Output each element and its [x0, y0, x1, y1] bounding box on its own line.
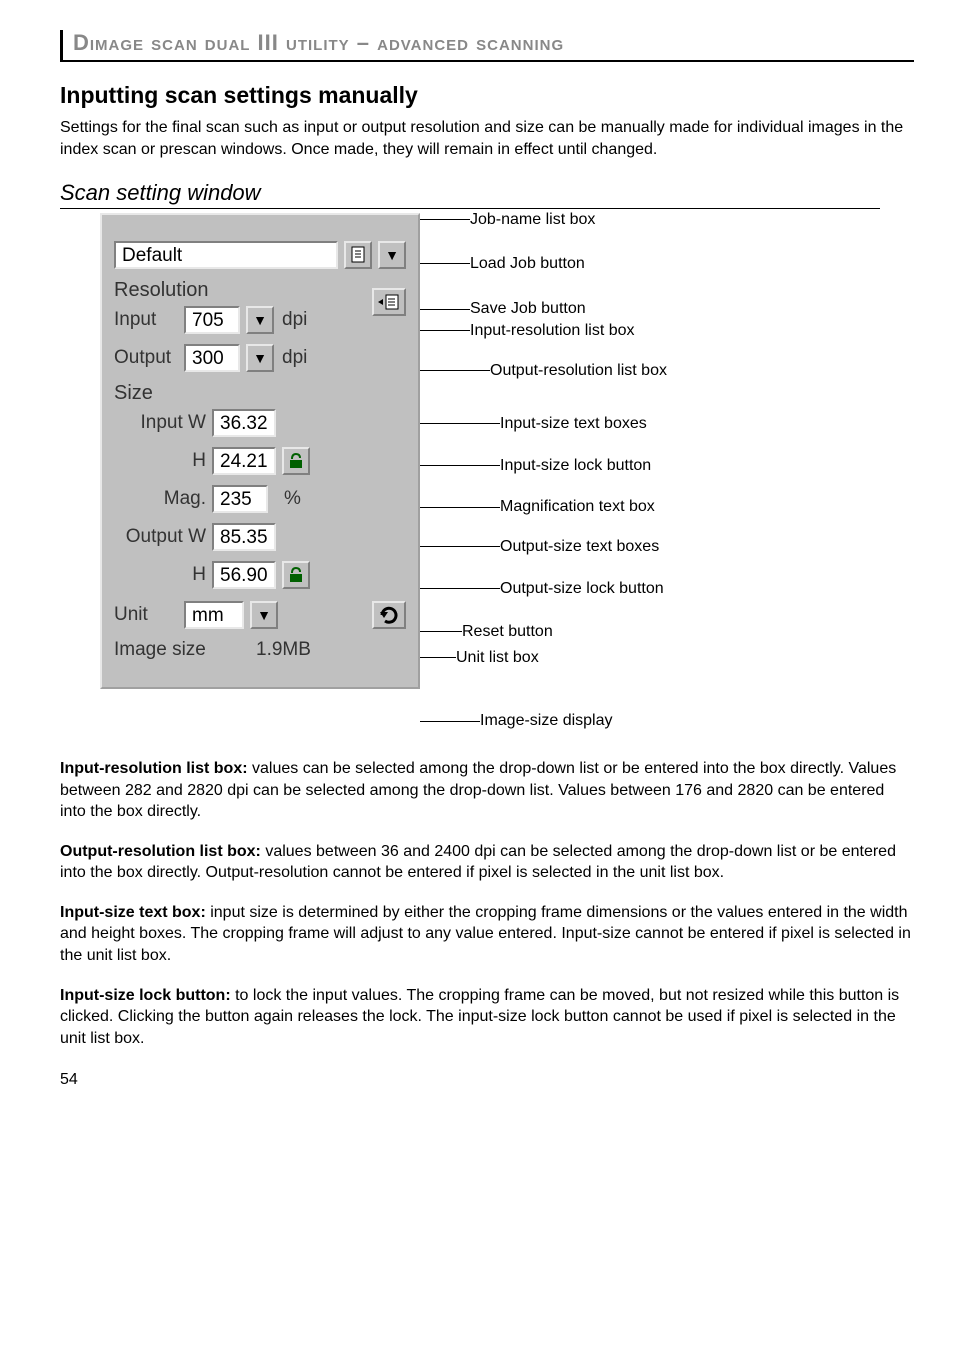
input-size-lock-button[interactable]: [282, 447, 310, 475]
input-res-label: Input: [114, 309, 178, 331]
callout-input-res-list: Input-resolution list box: [470, 322, 635, 340]
callout-image-size-disp: Image-size display: [480, 712, 613, 730]
scan-setting-panel: Default ▼ Resolution Input 705 ▼ dpi Out…: [100, 213, 420, 689]
input-res-unit: dpi: [282, 309, 307, 331]
callout-input-size-text: Input-size text boxes: [500, 415, 647, 433]
undo-arrow-icon: [378, 605, 400, 625]
output-res-unit: dpi: [282, 347, 307, 369]
job-name-input[interactable]: Default: [114, 241, 338, 269]
reset-button[interactable]: [372, 601, 406, 629]
para-output-resolution: Output-resolution list box: values betwe…: [60, 841, 914, 884]
unit-dropdown-button[interactable]: ▼: [250, 601, 278, 629]
callout-input-size-lock: Input-size lock button: [500, 457, 651, 475]
page-header-title: Dimage scan dual III utility – advanced …: [73, 30, 564, 55]
load-job-button[interactable]: [344, 241, 372, 269]
para-input-resolution: Input-resolution list box: values can be…: [60, 758, 914, 823]
callout-output-size-lock: Output-size lock button: [500, 580, 664, 598]
page-number: 54: [60, 1071, 914, 1089]
section-intro: Settings for the final scan such as inpu…: [60, 117, 914, 160]
output-width-input[interactable]: 85.35: [212, 523, 276, 551]
callout-job-name-list: Job-name list box: [470, 211, 595, 229]
para-input-size-text: Input-size text box: input size is deter…: [60, 902, 914, 967]
chevron-down-icon: ▼: [257, 607, 271, 623]
magnification-input[interactable]: 235: [212, 485, 268, 513]
section-title: Inputting scan settings manually: [60, 82, 914, 109]
lock-open-icon: [287, 566, 305, 584]
para-input-size-lock: Input-size lock button: to lock the inpu…: [60, 985, 914, 1050]
document-list-icon: [349, 246, 367, 264]
output-height-input[interactable]: 56.90: [212, 561, 276, 589]
callouts-column: Job-name list box Load Job button Save J…: [420, 213, 667, 730]
output-h-label: H: [114, 564, 206, 586]
input-w-label: Input W: [114, 412, 206, 434]
callout-load-job: Load Job button: [470, 255, 585, 273]
save-arrow-icon: [377, 294, 401, 310]
chevron-down-icon: ▼: [253, 312, 267, 328]
job-name-dropdown-button[interactable]: ▼: [378, 241, 406, 269]
unit-label: Unit: [114, 604, 178, 626]
lock-open-icon: [287, 452, 305, 470]
size-group-label: Size: [114, 382, 406, 405]
para2-label: Output-resolution list box:: [60, 843, 261, 860]
callout-save-job: Save Job button: [470, 300, 586, 318]
unit-select[interactable]: mm: [184, 601, 244, 629]
input-resolution-input[interactable]: 705: [184, 306, 240, 334]
chevron-down-icon: ▼: [385, 247, 399, 263]
callout-reset: Reset button: [462, 623, 553, 641]
output-w-label: Output W: [114, 526, 206, 548]
page-header: Dimage scan dual III utility – advanced …: [60, 30, 914, 62]
para4-label: Input-size lock button:: [60, 987, 231, 1004]
callout-output-size-text: Output-size text boxes: [500, 538, 659, 556]
save-job-button[interactable]: [372, 288, 406, 316]
image-size-value: 1.9MB: [256, 639, 311, 661]
input-h-label: H: [114, 450, 206, 472]
callout-output-res-list: Output-resolution list box: [490, 362, 667, 380]
para1-label: Input-resolution list box:: [60, 760, 248, 777]
subsection-title: Scan setting window: [60, 180, 880, 209]
output-res-label: Output: [114, 347, 178, 369]
output-resolution-dropdown-button[interactable]: ▼: [246, 344, 274, 372]
input-height-input[interactable]: 24.21: [212, 447, 276, 475]
callout-unit-list: Unit list box: [456, 649, 539, 667]
output-size-lock-button[interactable]: [282, 561, 310, 589]
scan-setting-diagram: Default ▼ Resolution Input 705 ▼ dpi Out…: [100, 213, 914, 730]
callout-mag-text: Magnification text box: [500, 498, 655, 516]
para3-label: Input-size text box:: [60, 904, 206, 921]
input-resolution-dropdown-button[interactable]: ▼: [246, 306, 274, 334]
input-width-input[interactable]: 36.32: [212, 409, 276, 437]
resolution-group-label: Resolution: [114, 279, 406, 302]
chevron-down-icon: ▼: [253, 350, 267, 366]
image-size-label: Image size: [114, 639, 222, 661]
mag-percent: %: [284, 488, 301, 510]
output-resolution-input[interactable]: 300: [184, 344, 240, 372]
mag-label: Mag.: [114, 488, 206, 510]
